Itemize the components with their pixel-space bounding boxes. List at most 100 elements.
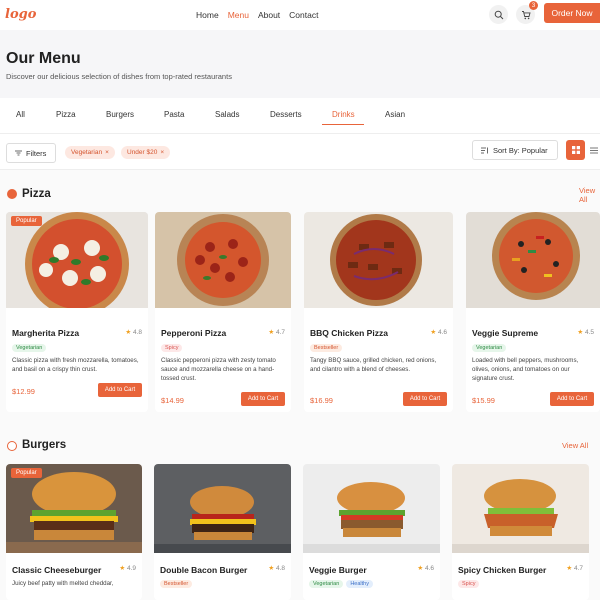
view-all-link[interactable]: View All [562, 441, 588, 450]
filter-chip-under-20[interactable]: Under $20 × [121, 146, 171, 159]
section-title: Pizza [22, 188, 51, 200]
chip-label: Under $20 [127, 149, 158, 156]
tag-vegetarian: Vegetarian [472, 344, 507, 352]
tab-desserts[interactable]: Desserts [270, 110, 302, 119]
page-header: Our Menu Discover our delicious selectio… [0, 30, 600, 98]
menu-card[interactable]: BBQ Chicken Pizza ★ 4.6 Bestseller Tangy… [304, 212, 453, 412]
pizza-image [155, 212, 291, 308]
cart-button[interactable]: 3 [516, 1, 538, 24]
sort-icon [481, 147, 488, 153]
filters-button[interactable]: Filters [6, 143, 56, 163]
logo[interactable]: logo [5, 7, 36, 22]
active-tab-indicator [322, 124, 364, 125]
category-tabs: All Pizza Burgers Pasta Salads Desserts … [0, 98, 600, 134]
list-icon [589, 147, 598, 153]
item-price: $14.99 [161, 396, 184, 405]
rating-value: 4.9 [126, 565, 136, 572]
chip-label: Vegetarian [71, 149, 103, 156]
item-rating: ★ 4.5 [577, 328, 594, 336]
add-to-cart-button[interactable]: Add to Cart [550, 392, 594, 406]
grid-icon [571, 146, 580, 154]
add-to-cart-button[interactable]: Add to Cart [98, 383, 142, 397]
grid-view-button[interactable] [566, 140, 585, 160]
tab-burgers[interactable]: Burgers [106, 110, 134, 119]
menu-card[interactable]: Pepperoni Pizza ★ 4.7 Spicy Classic pepp… [155, 212, 291, 412]
nav-link-menu[interactable]: Menu [228, 10, 249, 20]
tab-asian[interactable]: Asian [385, 110, 405, 119]
cart-icon [521, 10, 531, 19]
burger-image [452, 464, 589, 553]
item-description: Classic pepperoni pizza with zesty tomat… [161, 357, 276, 382]
item-price: $16.99 [310, 396, 333, 405]
pizza-section-header: Pizza View All [0, 186, 600, 204]
sort-dropdown[interactable]: Sort By: Popular [472, 140, 558, 160]
nav-links: Home Menu About Contact [196, 10, 318, 20]
filter-chip-vegetarian[interactable]: Vegetarian × [65, 146, 115, 159]
tab-salads[interactable]: Salads [215, 110, 239, 119]
pizza-image [6, 212, 148, 308]
item-price: $15.99 [472, 396, 495, 405]
burgers-section-icon [7, 441, 17, 451]
close-icon[interactable]: × [160, 149, 164, 156]
star-icon: ★ [430, 329, 437, 336]
rating-value: 4.7 [275, 329, 285, 336]
tag-bestseller: Bestseller [160, 580, 193, 588]
item-description: Tangy BBQ sauce, grilled chicken, red on… [310, 357, 437, 373]
tab-drinks[interactable]: Drinks [332, 110, 355, 119]
sort-label: Sort By: Popular [493, 145, 548, 155]
item-rating: ★ 4.8 [268, 564, 285, 572]
filters-label: Filters [26, 148, 47, 158]
nav-link-about[interactable]: About [258, 10, 280, 20]
tab-all[interactable]: All [16, 110, 25, 119]
tag-row: Spicy [161, 344, 183, 352]
tab-pizza[interactable]: Pizza [56, 110, 76, 119]
menu-card[interactable]: Popular Margherita Pizza ★ 4.8 Vegetaria… [6, 212, 148, 412]
tag-row: Vegetarian [12, 344, 47, 352]
add-to-cart-button[interactable]: Add to Cart [241, 392, 285, 406]
menu-card[interactable]: Veggie Burger ★ 4.6 Vegetarian Healthy [303, 464, 440, 600]
list-view-button[interactable] [587, 140, 600, 160]
filter-bar: Filters Vegetarian × Under $20 × Sort By… [0, 134, 600, 170]
item-name: Veggie Burger [309, 565, 367, 575]
order-now-button[interactable]: Order Now [544, 3, 600, 23]
item-description: Classic pizza with fresh mozzarella, tom… [12, 357, 139, 373]
nav-link-home[interactable]: Home [196, 10, 219, 20]
rating-value: 4.8 [132, 329, 142, 336]
star-icon: ★ [125, 329, 132, 336]
filter-icon [15, 150, 22, 156]
star-icon: ★ [566, 565, 573, 572]
tag-row: Bestseller [310, 344, 343, 352]
star-icon: ★ [119, 565, 126, 572]
item-name: Margherita Pizza [12, 328, 80, 338]
burger-image [154, 464, 291, 553]
item-description: Loaded with bell peppers, mushrooms, oli… [472, 357, 579, 382]
close-icon[interactable]: × [105, 149, 109, 156]
star-icon: ★ [268, 329, 275, 336]
burgers-section-header: Burgers View All [0, 438, 600, 454]
tag-row: Spicy [458, 580, 480, 588]
add-to-cart-button[interactable]: Add to Cart [403, 392, 447, 406]
rating-value: 4.6 [424, 565, 434, 572]
menu-card[interactable]: Popular Classic Cheeseburger ★ 4.9 Juicy… [6, 464, 142, 600]
item-description: Juicy beef patty with melted cheddar, [12, 580, 114, 587]
tag-row: Vegetarian [472, 344, 507, 352]
menu-card[interactable]: Double Bacon Burger ★ 4.8 Bestseller [154, 464, 291, 600]
view-all-link[interactable]: View All [579, 186, 600, 204]
tag-bestseller: Bestseller [310, 344, 343, 352]
item-name: Double Bacon Burger [160, 565, 248, 575]
star-icon: ★ [417, 565, 424, 572]
tab-pasta[interactable]: Pasta [164, 110, 184, 119]
menu-card[interactable]: Spicy Chicken Burger ★ 4.7 Spicy [452, 464, 589, 600]
cart-count-badge: 3 [529, 1, 538, 10]
search-button[interactable] [489, 5, 508, 24]
rating-value: 4.7 [573, 565, 583, 572]
popular-badge: Popular [11, 216, 42, 226]
item-rating: ★ 4.9 [119, 564, 136, 572]
search-icon [494, 10, 503, 19]
tag-spicy: Spicy [161, 344, 183, 352]
tag-spicy: Spicy [458, 580, 480, 588]
nav-link-contact[interactable]: Contact [289, 10, 318, 20]
tag-row: Vegetarian Healthy [309, 580, 373, 588]
pizza-image [304, 212, 453, 308]
menu-card[interactable]: Veggie Supreme ★ 4.5 Vegetarian Loaded w… [466, 212, 600, 412]
